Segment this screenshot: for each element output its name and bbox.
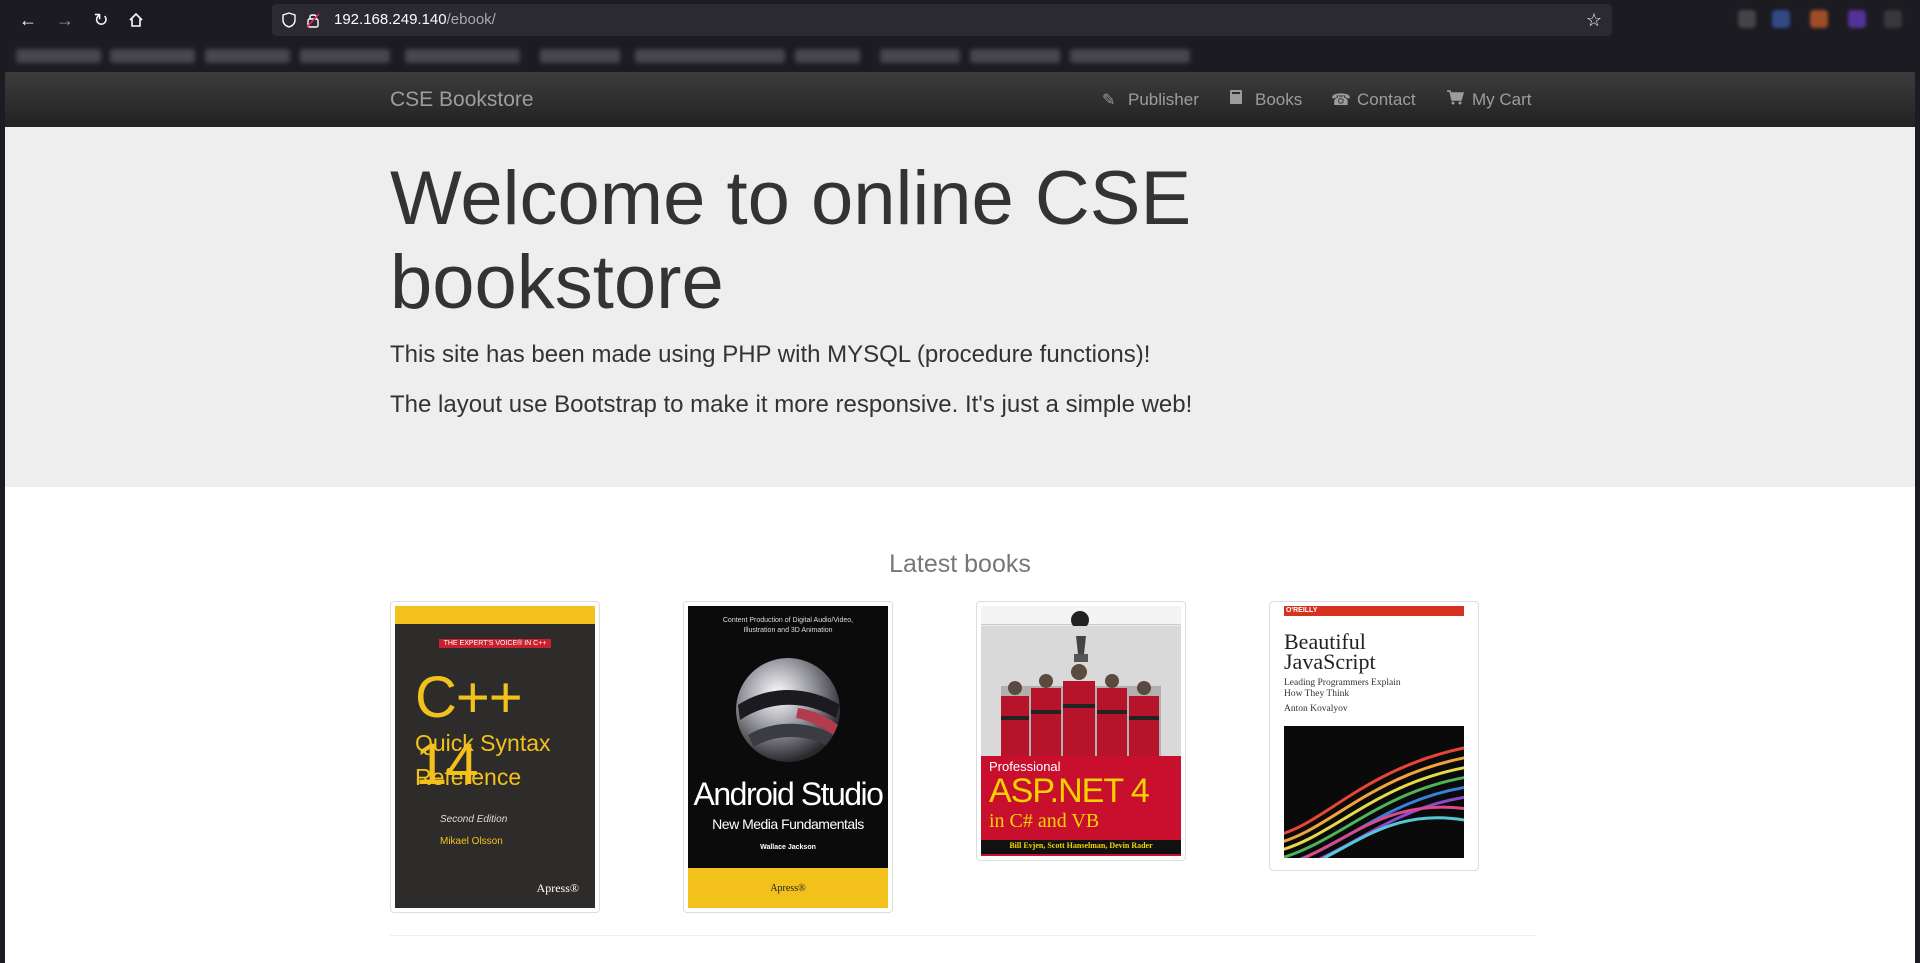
page-title: Welcome to online CSE bookstore xyxy=(390,156,1192,325)
nav-item-publisher[interactable]: ✎ Publisher xyxy=(1102,72,1199,128)
book-cover-aspnet4[interactable]: Professional ASP.NET 4 in C# and VB Bill… xyxy=(981,606,1181,856)
book-subtitle: How They Think xyxy=(1284,689,1350,699)
book-subtitle: Leading Programmers Explain xyxy=(1284,678,1401,688)
book-title-sub: in C# and VB xyxy=(989,810,1100,832)
url-path: /ebook/ xyxy=(446,11,496,28)
book-title-line2: JavaScript xyxy=(1284,649,1376,674)
forward-arrow-icon[interactable]: → xyxy=(53,8,77,32)
cart-icon xyxy=(1446,73,1464,128)
extension-icon[interactable] xyxy=(1738,10,1756,28)
window-edge xyxy=(1915,72,1920,963)
url-host: 192.168.249.140 xyxy=(334,11,447,28)
menu-icon[interactable] xyxy=(1884,10,1902,28)
light-trails-illustration xyxy=(1284,726,1464,858)
bookmark-item[interactable] xyxy=(16,49,101,63)
bookmark-item[interactable] xyxy=(880,49,960,63)
book-thumbnail[interactable]: O'REILLY Beautiful JavaScript Leading Pr… xyxy=(1269,601,1479,871)
nav-item-label: My Cart xyxy=(1472,90,1532,109)
bookmark-item[interactable] xyxy=(635,49,785,63)
bookmark-item[interactable] xyxy=(110,49,195,63)
publisher-logo: O'REILLY xyxy=(1286,607,1318,614)
home-icon[interactable] xyxy=(124,8,148,32)
back-arrow-icon[interactable]: ← xyxy=(16,8,40,32)
nav-item-books[interactable]: Books xyxy=(1229,72,1302,128)
book-title-sub: Reference xyxy=(415,764,522,790)
site-navbar: CSE Bookstore ✎ Publisher Books ☎ Contact … xyxy=(5,72,1915,128)
book-cover-beautiful-javascript[interactable]: O'REILLY Beautiful JavaScript Leading Pr… xyxy=(1274,606,1474,866)
nav-item-label: Books xyxy=(1255,90,1303,109)
nav-item-label: Publisher xyxy=(1128,90,1199,109)
book-icon xyxy=(1229,73,1247,128)
book-thumbnail[interactable]: Professional ASP.NET 4 in C# and VB Bill… xyxy=(976,601,1186,861)
book-thumbnail[interactable]: Content Production of Digital Audio/Vide… xyxy=(683,601,893,913)
bookmark-item[interactable] xyxy=(1070,49,1190,63)
insecure-lock-icon[interactable] xyxy=(306,12,320,28)
bookmarks-bar xyxy=(0,40,1920,72)
intro-line-1: This site has been made using PHP with M… xyxy=(390,341,1151,368)
book-title-sub: Quick Syntax xyxy=(415,730,551,756)
publisher-logo: Apress® xyxy=(536,881,579,895)
extension-icon[interactable] xyxy=(1810,10,1828,28)
url-text[interactable]: 192.168.249.140/ebook/ xyxy=(334,4,496,36)
book-edition: Second Edition xyxy=(440,814,508,825)
book-thumbnail[interactable]: THE EXPERT'S VOICE® IN C++ C++ 14 Quick … xyxy=(390,601,600,913)
bookmark-item[interactable] xyxy=(970,49,1060,63)
latest-books-heading: Latest books xyxy=(889,550,1031,578)
book-authors: Bill Evjen, Scott Hanselman, Devin Rader xyxy=(1009,841,1153,850)
bookmark-item[interactable] xyxy=(795,49,860,63)
book-cover-android-studio[interactable]: Content Production of Digital Audio/Vide… xyxy=(688,606,888,908)
bookmark-item[interactable] xyxy=(540,49,620,63)
book-title-main: Android Studio xyxy=(693,776,884,812)
book-author: Anton Kovalyov xyxy=(1284,704,1348,714)
book-title-sub: New Media Fundamentals xyxy=(712,816,864,832)
nav-item-label: Contact xyxy=(1357,90,1416,109)
publisher-logo: Apress® xyxy=(770,883,806,894)
bookmark-item[interactable] xyxy=(205,49,290,63)
bookmark-item[interactable] xyxy=(300,49,390,63)
jumbotron: Welcome to online CSE bookstore This sit… xyxy=(5,127,1915,487)
shield-icon[interactable] xyxy=(282,12,296,28)
book-tagline: Content Production of Digital Audio/Vide… xyxy=(722,617,854,634)
book-title-main: ASP.NET 4 xyxy=(989,772,1150,810)
book-cover-cpp14[interactable]: THE EXPERT'S VOICE® IN C++ C++ 14 Quick … xyxy=(395,606,595,908)
phone-icon: ☎ xyxy=(1331,92,1351,109)
divider xyxy=(390,935,1535,936)
book-badge: THE EXPERT'S VOICE® IN C++ xyxy=(438,639,552,648)
intro-line-2: The layout use Bootstrap to make it more… xyxy=(390,391,1193,418)
nav-item-contact[interactable]: ☎ Contact xyxy=(1331,72,1416,128)
bookmark-item[interactable] xyxy=(405,49,520,63)
pencil-icon: ✎ xyxy=(1102,92,1116,109)
extension-icon[interactable] xyxy=(1772,10,1790,28)
book-author: Mikael Olsson xyxy=(440,836,503,847)
nav-item-my-cart[interactable]: My Cart xyxy=(1446,72,1532,128)
book-author: Wallace Jackson xyxy=(760,844,816,851)
reload-icon[interactable]: ↻ xyxy=(89,8,113,32)
address-bar[interactable]: 192.168.249.140/ebook/ ☆ xyxy=(272,4,1612,36)
browser-toolbar: ← → ↻ 192.168.249.140/ebook/ ☆ xyxy=(0,0,1920,40)
team-photo xyxy=(981,626,1181,756)
bookmark-star-icon[interactable]: ☆ xyxy=(1586,10,1602,31)
extension-icon[interactable] xyxy=(1848,10,1866,28)
page-viewport: CSE Bookstore ✎ Publisher Books ☎ Contact … xyxy=(5,72,1915,963)
sphere-illustration xyxy=(736,658,840,762)
navbar-brand[interactable]: CSE Bookstore xyxy=(390,72,534,127)
